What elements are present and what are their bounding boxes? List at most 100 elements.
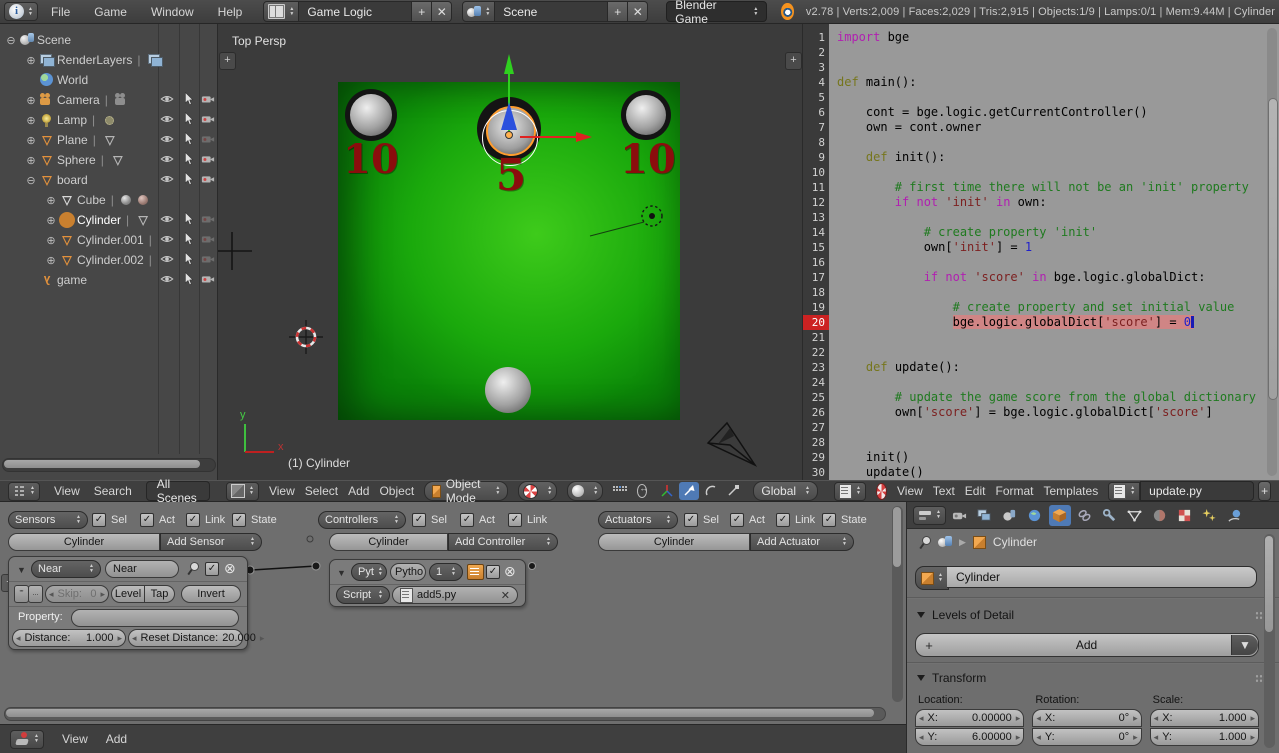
camera-icon[interactable] xyxy=(201,212,217,228)
pulse-true-button[interactable]: ''' xyxy=(14,585,29,603)
outliner-item-renderlayers[interactable]: ⊕RenderLayers| xyxy=(0,50,218,70)
script-mode-dropdown[interactable]: Script xyxy=(336,586,390,604)
sensors-object-name[interactable]: Cylinder xyxy=(8,533,160,551)
tap-button[interactable]: Tap xyxy=(145,585,175,603)
outliner-h-scrollbar[interactable] xyxy=(2,458,216,472)
controller-name-field[interactable]: Pytho xyxy=(390,563,426,581)
camera-icon[interactable] xyxy=(201,172,217,188)
scene-add-button[interactable]: + xyxy=(608,1,628,22)
tab-particles[interactable] xyxy=(1199,505,1221,526)
add-sensor-dropdown[interactable]: Add Sensor xyxy=(160,533,262,551)
cursor-icon[interactable] xyxy=(181,232,197,248)
text-menu-edit[interactable]: Edit xyxy=(965,484,986,498)
outliner-item-world[interactable]: World xyxy=(0,70,218,90)
camera-icon[interactable] xyxy=(201,232,217,248)
sensor-name-field[interactable]: Near xyxy=(105,560,179,578)
tab-object-data[interactable] xyxy=(1124,505,1146,526)
logic-editor-button[interactable] xyxy=(10,730,44,749)
properties-plus-tab[interactable]: + xyxy=(785,52,802,70)
outliner-menu-search[interactable]: Search xyxy=(94,484,132,498)
manipulator-translate-icon[interactable] xyxy=(679,482,699,500)
expand-toggle-icon[interactable]: ⊖ xyxy=(24,174,38,187)
eye-icon[interactable] xyxy=(160,252,176,268)
reset-distance-stepper[interactable]: ◂Reset Distance:20.000▸ xyxy=(128,629,243,647)
cursor-icon[interactable] xyxy=(181,272,197,288)
manipulator-scale-icon[interactable] xyxy=(723,482,743,500)
outliner-item-cylinder-001[interactable]: ⊕▽Cylinder.001| xyxy=(0,230,218,250)
python-controller-node[interactable]: ▼ Pyt Pytho 1 ✓ ⊗ Script add5.py✕ xyxy=(329,559,526,607)
tab-modifiers[interactable] xyxy=(1099,505,1121,526)
lod-add-dropdown[interactable]: ▼ xyxy=(1231,635,1258,655)
layout-delete-button[interactable]: ✕ xyxy=(432,1,452,22)
outliner-item-sphere[interactable]: ⊕▽Sphere|▽ xyxy=(0,150,218,170)
tab-render[interactable] xyxy=(949,505,971,526)
menu-help[interactable]: Help xyxy=(207,5,254,19)
lod-add-button[interactable]: + Add ▼ xyxy=(915,633,1259,657)
sensors-filter-state[interactable]: ✓State xyxy=(232,511,277,529)
text-menu-templates[interactable]: Templates xyxy=(1044,484,1099,498)
scene-delete-button[interactable]: ✕ xyxy=(628,1,648,22)
transform-field-y[interactable]: ◂Y:0°▸ xyxy=(1032,728,1141,746)
game-ball-sphere[interactable] xyxy=(485,367,531,413)
scene-name-field[interactable]: Scene xyxy=(495,1,608,22)
toolshelf-plus-tab[interactable]: + xyxy=(219,52,236,70)
camera-icon[interactable] xyxy=(201,152,217,168)
transform-orientation-dropdown[interactable]: Global xyxy=(753,481,818,501)
collapse-triangle-icon[interactable]: ▼ xyxy=(17,565,26,575)
property-field[interactable] xyxy=(71,609,239,627)
skip-stepper[interactable]: ◂Skip:0▸ xyxy=(45,585,109,603)
tab-texture[interactable] xyxy=(1174,505,1196,526)
manipulator-axes-icon[interactable] xyxy=(657,482,677,500)
lod-panel-header[interactable]: Levels of Detail xyxy=(907,605,1279,625)
add-controller-dropdown[interactable]: Add Controller xyxy=(448,533,558,551)
viewport-3d[interactable]: Top Persp + + 10 5 10 xyxy=(218,24,802,480)
expand-toggle-icon[interactable]: ⊕ xyxy=(24,154,38,167)
script-field[interactable]: add5.py✕ xyxy=(392,586,518,604)
outliner-item-scene[interactable]: ⊖Scene xyxy=(0,30,218,50)
text-filename-field[interactable]: update.py xyxy=(1140,481,1254,501)
eye-icon[interactable] xyxy=(160,92,176,108)
text-editor-scrollbar[interactable] xyxy=(1267,28,1277,476)
layers-widget[interactable] xyxy=(613,486,627,496)
expand-toggle-icon[interactable]: ⊕ xyxy=(44,234,58,247)
eye-icon[interactable] xyxy=(160,172,176,188)
view3d-menu-object[interactable]: Object xyxy=(379,484,414,498)
logic-h-scrollbar[interactable] xyxy=(4,707,886,721)
cursor-icon[interactable] xyxy=(181,92,197,108)
view3d-menu-view[interactable]: View xyxy=(269,484,295,498)
logic-menu-view[interactable]: View xyxy=(62,732,88,746)
controllers-filter-dropdown[interactable]: Controllers xyxy=(318,511,406,529)
actuators-filter-dropdown[interactable]: Actuators xyxy=(598,511,678,529)
layout-name-field[interactable]: Game Logic xyxy=(299,1,412,22)
text-menu-view[interactable]: View xyxy=(897,484,923,498)
cursor-icon[interactable] xyxy=(181,132,197,148)
actuators-filter-state[interactable]: ✓State xyxy=(822,511,867,529)
sensors-filter-link[interactable]: ✓Link xyxy=(186,511,225,529)
cylinder-object[interactable] xyxy=(626,95,666,135)
cursor-icon[interactable] xyxy=(181,212,197,228)
tab-object[interactable] xyxy=(1049,505,1071,526)
menu-window[interactable]: Window xyxy=(140,5,205,19)
collapse-triangle-icon[interactable]: ▼ xyxy=(337,568,346,578)
camera-icon[interactable] xyxy=(201,272,217,288)
pulse-false-button[interactable]: ... xyxy=(28,585,43,603)
transform-field-x[interactable]: ◂X:0°▸ xyxy=(1032,709,1141,727)
controllers-filter-sel[interactable]: ✓Sel xyxy=(412,511,447,529)
eye-icon[interactable] xyxy=(160,132,176,148)
proportional-edit-icon[interactable] xyxy=(637,484,647,498)
cursor-icon[interactable] xyxy=(181,172,197,188)
sensor-active-checkbox[interactable]: ✓ xyxy=(205,562,219,576)
sensors-filter-act[interactable]: ✓Act xyxy=(140,511,175,529)
lifebuoy-icon[interactable] xyxy=(876,483,887,500)
invert-button[interactable]: Invert xyxy=(181,585,241,603)
eye-icon[interactable] xyxy=(160,112,176,128)
debug-book-icon[interactable] xyxy=(467,564,484,580)
outliner-item-lamp[interactable]: ⊕Lamp| xyxy=(0,110,218,130)
actuators-filter-act[interactable]: ✓Act xyxy=(730,511,765,529)
breadcrumb-object[interactable]: Cylinder xyxy=(993,535,1037,549)
text-datablock-dropdown[interactable] xyxy=(1108,482,1140,501)
viewport-shading-dropdown[interactable] xyxy=(567,481,603,501)
text-editor[interactable]: 1234567891011121314151617181920212223242… xyxy=(802,24,1279,480)
controller-type-dropdown[interactable]: Pyt xyxy=(351,563,387,581)
outliner-item-plane[interactable]: ⊕▽Plane|▽ xyxy=(0,130,218,150)
